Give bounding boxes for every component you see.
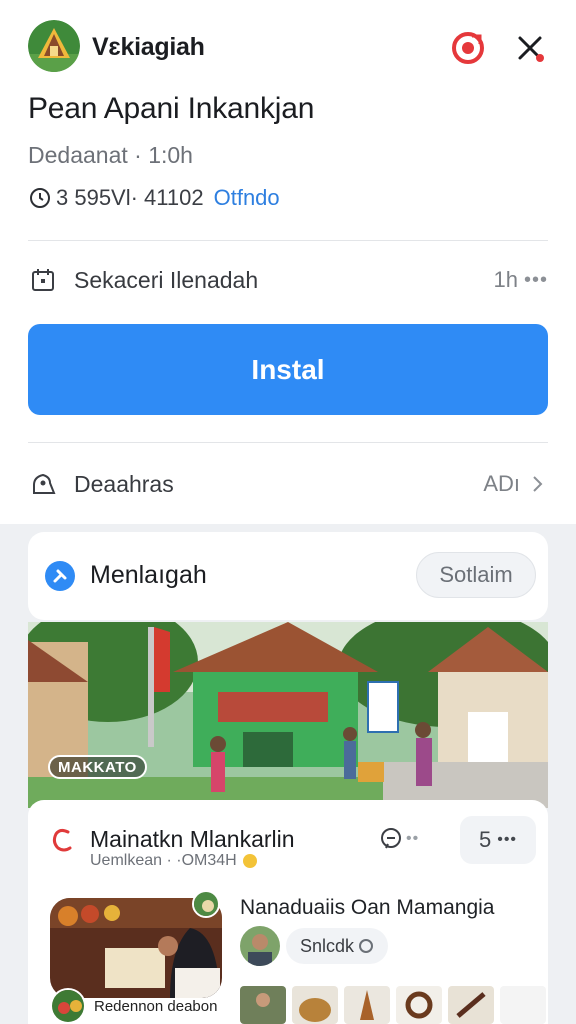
gallery-thumb[interactable] xyxy=(500,986,546,1024)
divider xyxy=(28,442,548,443)
thumb-caption: Redennon deabon xyxy=(50,988,246,1024)
schedule-label: Sekaceri Ilenadah xyxy=(74,266,259,293)
app-name: Vɛkiagiah xyxy=(92,33,205,61)
share-icon[interactable] xyxy=(450,30,486,66)
chevron-right-icon xyxy=(526,473,548,495)
app-logo xyxy=(28,20,80,72)
gallery-thumb[interactable] xyxy=(240,986,286,1024)
post-title: Mainatkn Mlankarlin xyxy=(90,826,295,852)
gallery-thumb[interactable] xyxy=(396,986,442,1024)
more-icon[interactable]: ••• xyxy=(524,269,548,292)
logo-icon xyxy=(50,826,76,854)
gallery-thumb[interactable] xyxy=(448,986,494,1024)
schedule-value: 1h xyxy=(493,267,518,292)
side-title: Nanaduaiis Oan Mamangia xyxy=(240,896,495,919)
hand-emoji-icon xyxy=(241,852,259,870)
count-more-icon: ••• xyxy=(497,831,518,848)
calendar-icon xyxy=(28,265,58,295)
count-button[interactable]: 5 ••• xyxy=(460,816,536,864)
author-chip-label: Snlcdk xyxy=(300,935,355,956)
meta-text: 3 595Vl· 41102 xyxy=(56,185,204,210)
app-title: Pean Apani Inkankjan xyxy=(28,92,315,125)
section-action-button[interactable]: Sotlaim xyxy=(416,552,536,598)
description-row[interactable]: Deaahras ADı xyxy=(28,454,548,514)
verified-icon xyxy=(358,938,374,954)
post-subtitle-text: Uemlkean · ·OM34H xyxy=(90,852,237,869)
app-subtitle: Dedaanat · 1:0h xyxy=(28,142,193,168)
author-avatar[interactable] xyxy=(240,926,280,966)
hero-image[interactable]: MAKKATO xyxy=(28,622,548,808)
gallery-thumb[interactable] xyxy=(292,986,338,1024)
thumb-caption-avatar xyxy=(50,988,86,1024)
section-header-card: Menlaıgah Sotlaim xyxy=(28,532,548,620)
app-detail-panel: Vɛkiagiah Pean Apani Inkankjan Dedaanat … xyxy=(0,0,576,524)
thumb-caption-text: Redennon deabon xyxy=(94,997,218,1015)
schedule-row[interactable]: Sekaceri Ilenadah 1h ••• xyxy=(28,250,548,310)
description-value: ADı xyxy=(483,471,520,496)
author-chip[interactable]: Snlcdk xyxy=(286,928,389,964)
install-button[interactable]: Instal xyxy=(28,324,548,415)
clock-icon xyxy=(28,186,52,210)
count-value: 5 xyxy=(478,827,492,852)
gallery-strip xyxy=(240,986,548,1024)
app-meta: 3 595Vl· 41102 Otfndo xyxy=(28,184,280,212)
gallery-thumb[interactable] xyxy=(344,986,390,1024)
app-header: Vɛkiagiah xyxy=(28,20,548,76)
thumb-avatar xyxy=(192,890,220,918)
info-icon xyxy=(28,469,58,499)
comment-more-icon[interactable]: •• xyxy=(406,830,419,848)
post-card: Mainatkn Mlankarlin Uemlkean · ·OM34H ••… xyxy=(28,800,548,1024)
description-label: Deaahras xyxy=(74,470,174,497)
comment-icon[interactable] xyxy=(378,826,404,852)
divider xyxy=(28,240,548,241)
hero-caption: MAKKATO xyxy=(48,755,147,779)
close-icon[interactable] xyxy=(512,30,548,66)
pin-icon xyxy=(44,560,76,592)
section-title: Menlaıgah xyxy=(90,561,207,589)
meta-link[interactable]: Otfndo xyxy=(214,185,280,211)
post-subtitle: Uemlkean · ·OM34H xyxy=(90,852,259,870)
